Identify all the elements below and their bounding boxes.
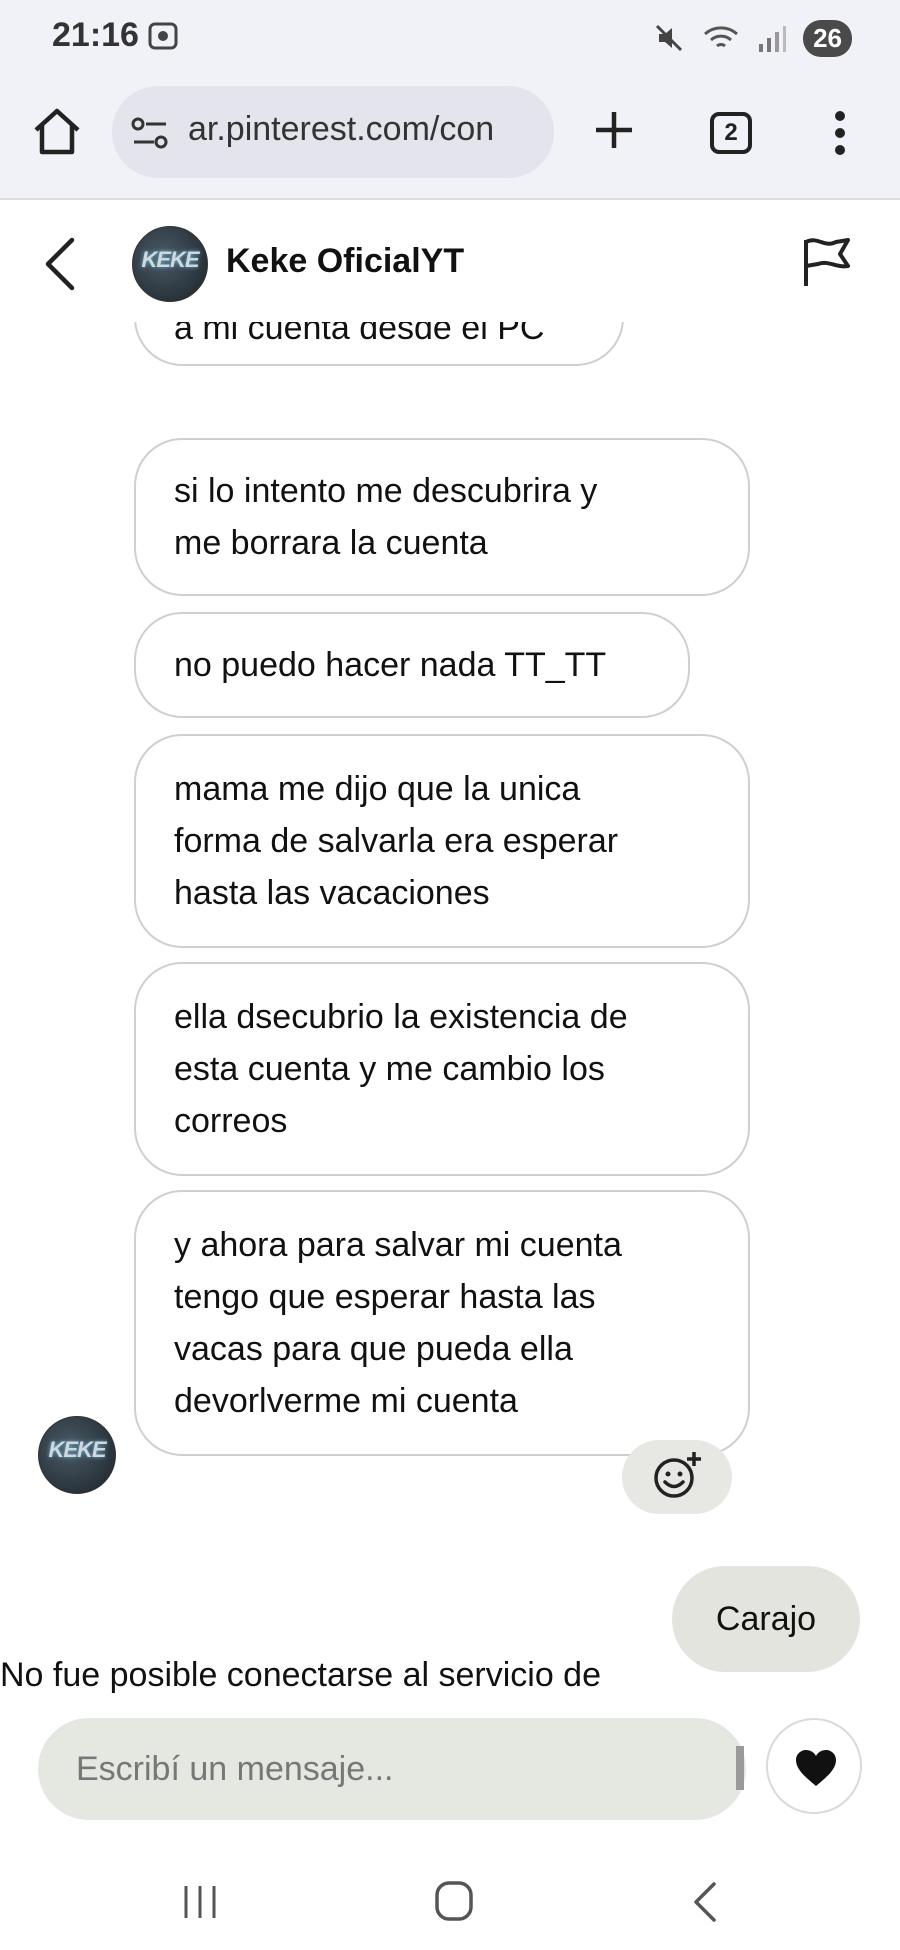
status-time: 21:16 bbox=[52, 16, 139, 54]
message-text: vacas para que pueda ella bbox=[174, 1330, 573, 1368]
message-list[interactable]: a mi cuenta desde el PC si lo intento me… bbox=[0, 322, 900, 1702]
message-text: ella dsecubrio la existencia de bbox=[174, 998, 628, 1036]
more-vert-icon[interactable] bbox=[830, 108, 850, 158]
sent-message[interactable]: Carajo bbox=[672, 1566, 860, 1672]
flag-icon[interactable] bbox=[796, 232, 856, 292]
emoji-add-icon bbox=[654, 1452, 701, 1498]
message-text: esta cuenta y me cambio los bbox=[174, 1050, 605, 1088]
message-text: correos bbox=[174, 1102, 288, 1140]
message-text: devorlverme mi cuenta bbox=[174, 1382, 518, 1420]
avatar-logo-text: KEKE bbox=[141, 247, 199, 272]
chat-header: KEKE Keke OficialYT bbox=[0, 202, 900, 322]
sender-avatar[interactable]: KEKE bbox=[38, 1416, 116, 1494]
received-message[interactable]: no puedo hacer nada TT_TT bbox=[134, 612, 690, 718]
message-text: si lo intento me descubrira y bbox=[174, 472, 598, 510]
message-text: mama me dijo que la unica bbox=[174, 770, 581, 808]
wifi-icon bbox=[704, 26, 739, 48]
status-icons: 26 bbox=[653, 18, 852, 58]
heart-icon bbox=[796, 1750, 836, 1786]
recent-apps-icon[interactable] bbox=[180, 1884, 220, 1920]
tabs-button[interactable]: 2 bbox=[710, 112, 752, 154]
back-arrow-icon[interactable] bbox=[40, 234, 80, 294]
message-input[interactable] bbox=[38, 1718, 746, 1820]
received-message[interactable]: ella dsecubrio la existencia de esta cue… bbox=[134, 962, 750, 1176]
nav-back-icon[interactable] bbox=[688, 1880, 722, 1924]
signal-icon bbox=[759, 26, 787, 52]
connection-error-text: No fue posible conectarse al servicio de bbox=[0, 1656, 601, 1694]
like-button[interactable] bbox=[766, 1718, 862, 1814]
plus-icon[interactable] bbox=[590, 106, 638, 154]
message-text: a mi cuenta desde el PC bbox=[174, 322, 545, 347]
message-composer bbox=[0, 1702, 900, 1850]
message-text: no puedo hacer nada TT_TT bbox=[174, 646, 607, 684]
site-settings-icon[interactable] bbox=[130, 116, 170, 152]
battery-indicator: 26 bbox=[803, 19, 852, 57]
status-bar: 21:16 26 bbox=[0, 0, 900, 80]
system-nav-bar bbox=[0, 1850, 900, 1950]
address-bar[interactable]: ar.pinterest.com/con bbox=[112, 86, 554, 178]
received-message[interactable]: si lo intento me descubrira y me borrara… bbox=[134, 438, 750, 596]
message-text: tengo que esperar hasta las bbox=[174, 1278, 596, 1316]
add-reaction-button[interactable] bbox=[622, 1440, 732, 1514]
received-message[interactable]: y ahora para salvar mi cuenta tengo que … bbox=[134, 1190, 750, 1456]
received-message[interactable]: mama me dijo que la unica forma de salva… bbox=[134, 734, 750, 948]
avatar-logo-text: KEKE bbox=[48, 1437, 106, 1462]
home-icon[interactable] bbox=[30, 104, 84, 158]
contact-avatar[interactable]: KEKE bbox=[132, 226, 208, 302]
message-text: hasta las vacaciones bbox=[174, 874, 490, 912]
message-text: me borrara la cuenta bbox=[174, 524, 488, 562]
browser-toolbar: ar.pinterest.com/con 2 bbox=[0, 80, 900, 200]
message-text: forma de salvarla era esperar bbox=[174, 822, 619, 860]
screen-record-icon bbox=[148, 22, 178, 50]
text-cursor bbox=[736, 1746, 744, 1790]
contact-name[interactable]: Keke OficialYT bbox=[226, 242, 464, 281]
mute-icon bbox=[656, 24, 683, 52]
url-text[interactable]: ar.pinterest.com/con bbox=[188, 110, 544, 149]
nav-home-icon[interactable] bbox=[434, 1880, 474, 1922]
received-message[interactable]: a mi cuenta desde el PC bbox=[134, 322, 624, 366]
message-text: y ahora para salvar mi cuenta bbox=[174, 1226, 622, 1264]
